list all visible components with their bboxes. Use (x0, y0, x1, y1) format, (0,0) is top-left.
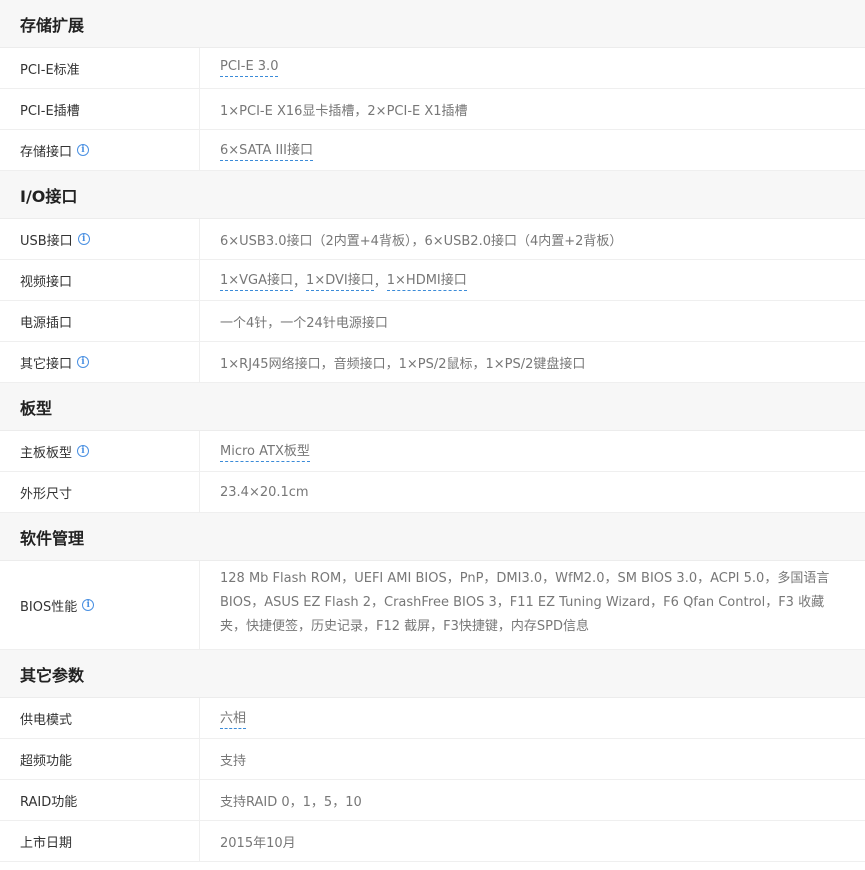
spec-label-text: 超频功能 (20, 753, 73, 769)
section-title: 板型 (0, 383, 865, 431)
spec-row: 视频接口 1×VGA接口， 1×DVI接口， 1×HDMI接口 (0, 260, 865, 301)
spec-value: 6×USB3.0接口（2内置+4背板），6×USB2.0接口（4内置+2背板） (220, 233, 623, 249)
info-icon[interactable]: i (77, 445, 90, 457)
spec-row: RAID功能 支持RAID 0，1，5，10 (0, 780, 865, 821)
section-title: 软件管理 (0, 513, 865, 561)
spec-label-text: PCI-E插槽 (20, 103, 80, 119)
spec-row: 供电模式 六相 (0, 698, 865, 739)
spec-value: 1×VGA接口， 1×DVI接口， 1×HDMI接口 (200, 260, 865, 300)
spec-value: PCI-E 3.0 (200, 48, 865, 88)
spec-value: 1×RJ45网络接口，音频接口，1×PS/2鼠标，1×PS/2键盘接口 (220, 356, 586, 372)
spec-label: 存储接口 i (0, 130, 200, 170)
spec-row: BIOS性能 i 128 Mb Flash ROM，UEFI AMI BIOS，Pn… (0, 561, 865, 650)
spec-label-text: 电源插口 (20, 315, 73, 331)
spec-value: 128 Mb Flash ROM，UEFI AMI BIOS，PnP，DMI3.… (220, 571, 830, 634)
section-title: 存储扩展 (0, 0, 865, 48)
spec-row: PCI-E标准 PCI-E 3.0 (0, 48, 865, 89)
separator: ， (293, 274, 307, 290)
spec-label-text: 外形尺寸 (20, 486, 73, 502)
spec-value: 1×PCI-E X16显卡插槽，2×PCI-E X1插槽 (220, 103, 468, 119)
spec-value: 23.4×20.1cm (220, 484, 309, 500)
spec-row: 其它接口 i 1×RJ45网络接口，音频接口，1×PS/2鼠标，1×PS/2键盘接口 (0, 342, 865, 383)
spec-row: 存储接口 i 6×SATA III接口 (0, 130, 865, 171)
spec-label: BIOS性能 i (0, 561, 200, 649)
spec-label: 超频功能 (0, 739, 200, 779)
spec-value: 6×SATA III接口 (200, 130, 865, 170)
spec-label-text: 上市日期 (20, 835, 73, 851)
spec-label-text: USB接口 (20, 233, 73, 249)
spec-label-text: 视频接口 (20, 274, 73, 290)
spec-row: PCI-E插槽 1×PCI-E X16显卡插槽，2×PCI-E X1插槽 (0, 89, 865, 130)
spec-value-link[interactable]: 1×DVI接口 (306, 269, 374, 291)
spec-value: Micro ATX板型 (200, 431, 865, 471)
spec-row: 超频功能 支持 (0, 739, 865, 780)
spec-row: 主板板型 i Micro ATX板型 (0, 431, 865, 472)
spec-value-link[interactable]: Micro ATX板型 (220, 440, 310, 462)
spec-row: 上市日期 2015年10月 (0, 821, 865, 862)
spec-label-text: 其它接口 (20, 356, 73, 372)
spec-value: 一个4针，一个24针电源接口 (220, 315, 388, 331)
spec-row: 外形尺寸 23.4×20.1cm (0, 472, 865, 513)
spec-value: 支持 (220, 753, 247, 769)
spec-table: 存储扩展 PCI-E标准 PCI-E 3.0 PCI-E插槽 1×PCI-E X16显卡… (0, 0, 865, 862)
spec-label: PCI-E标准 (0, 48, 200, 88)
spec-label-text: 主板板型 (20, 445, 73, 461)
spec-label: USB接口 i (0, 219, 200, 259)
spec-value-link[interactable]: PCI-E 3.0 (220, 59, 279, 77)
info-icon[interactable]: i (77, 356, 90, 368)
spec-label: 外形尺寸 (0, 472, 200, 512)
spec-value-link[interactable]: 1×VGA接口 (220, 269, 294, 291)
spec-label-text: PCI-E标准 (20, 62, 80, 78)
spec-label: 视频接口 (0, 260, 200, 300)
spec-label: RAID功能 (0, 780, 200, 820)
section-title: 其它参数 (0, 650, 865, 698)
spec-label: 其它接口 i (0, 342, 200, 382)
spec-row: USB接口 i 6×USB3.0接口（2内置+4背板），6×USB2.0接口（4内置… (0, 219, 865, 260)
spec-label-text: RAID功能 (20, 794, 78, 810)
spec-label-text: BIOS性能 (20, 599, 78, 615)
spec-value-link[interactable]: 六相 (220, 707, 247, 729)
separator: ， (373, 274, 387, 290)
spec-value: 六相 (200, 698, 865, 738)
spec-row: 电源插口 一个4针，一个24针电源接口 (0, 301, 865, 342)
spec-value-link[interactable]: 1×HDMI接口 (386, 269, 467, 291)
section-title: I/O接口 (0, 171, 865, 219)
spec-label-text: 供电模式 (20, 712, 73, 728)
info-icon[interactable]: i (77, 144, 90, 156)
spec-value: 支持RAID 0，1，5，10 (220, 794, 362, 810)
info-icon[interactable]: i (77, 233, 90, 245)
spec-label: 上市日期 (0, 821, 200, 861)
spec-label-text: 存储接口 (20, 144, 73, 160)
spec-label: PCI-E插槽 (0, 89, 200, 129)
info-icon[interactable]: i (82, 599, 95, 611)
spec-label: 主板板型 i (0, 431, 200, 471)
spec-value: 2015年10月 (220, 835, 296, 851)
spec-label: 电源插口 (0, 301, 200, 341)
spec-value-link[interactable]: 6×SATA III接口 (220, 139, 313, 161)
spec-label: 供电模式 (0, 698, 200, 738)
